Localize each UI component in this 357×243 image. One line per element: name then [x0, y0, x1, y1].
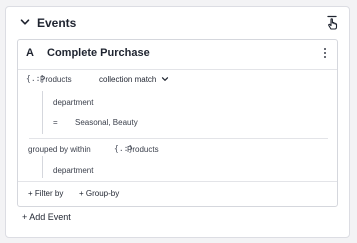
- chevron-down-icon: [161, 77, 168, 81]
- filter-property[interactable]: department: [53, 98, 93, 107]
- add-group-by-button[interactable]: + Group-by: [79, 189, 119, 198]
- property-group-label[interactable]: Products: [40, 75, 72, 84]
- operator-label: collection match: [99, 75, 157, 84]
- add-event-button[interactable]: + Add Event: [22, 212, 71, 222]
- pointer-hand-icon[interactable]: [324, 14, 340, 32]
- event-name[interactable]: Complete Purchase: [47, 47, 150, 59]
- filter-indent-line: [42, 91, 43, 134]
- operator-dropdown[interactable]: collection match: [99, 75, 169, 84]
- event-header: A Complete Purchase: [18, 40, 337, 70]
- event-card: A Complete Purchase {.:} Products collec…: [17, 39, 338, 207]
- add-filter-button[interactable]: + Filter by: [28, 189, 63, 198]
- grouped-by-label: grouped by within: [28, 145, 91, 154]
- section-divider: [29, 138, 328, 139]
- grouped-by-property[interactable]: department: [53, 166, 93, 175]
- grouped-by-collection[interactable]: Products: [127, 145, 159, 154]
- event-letter-badge: A: [26, 47, 34, 59]
- filter-comparator[interactable]: =: [53, 118, 58, 127]
- event-footer: + Filter by + Group-by: [18, 181, 337, 206]
- kebab-menu-icon[interactable]: [324, 48, 328, 60]
- filter-values[interactable]: Seasonal, Beauty: [75, 118, 138, 127]
- group-indent-line: [42, 156, 43, 178]
- chevron-down-icon[interactable]: [19, 16, 31, 28]
- events-panel: Events A Complete Purchase {.:} Products…: [5, 6, 350, 238]
- events-header: Events: [6, 7, 349, 39]
- events-title: Events: [37, 16, 77, 30]
